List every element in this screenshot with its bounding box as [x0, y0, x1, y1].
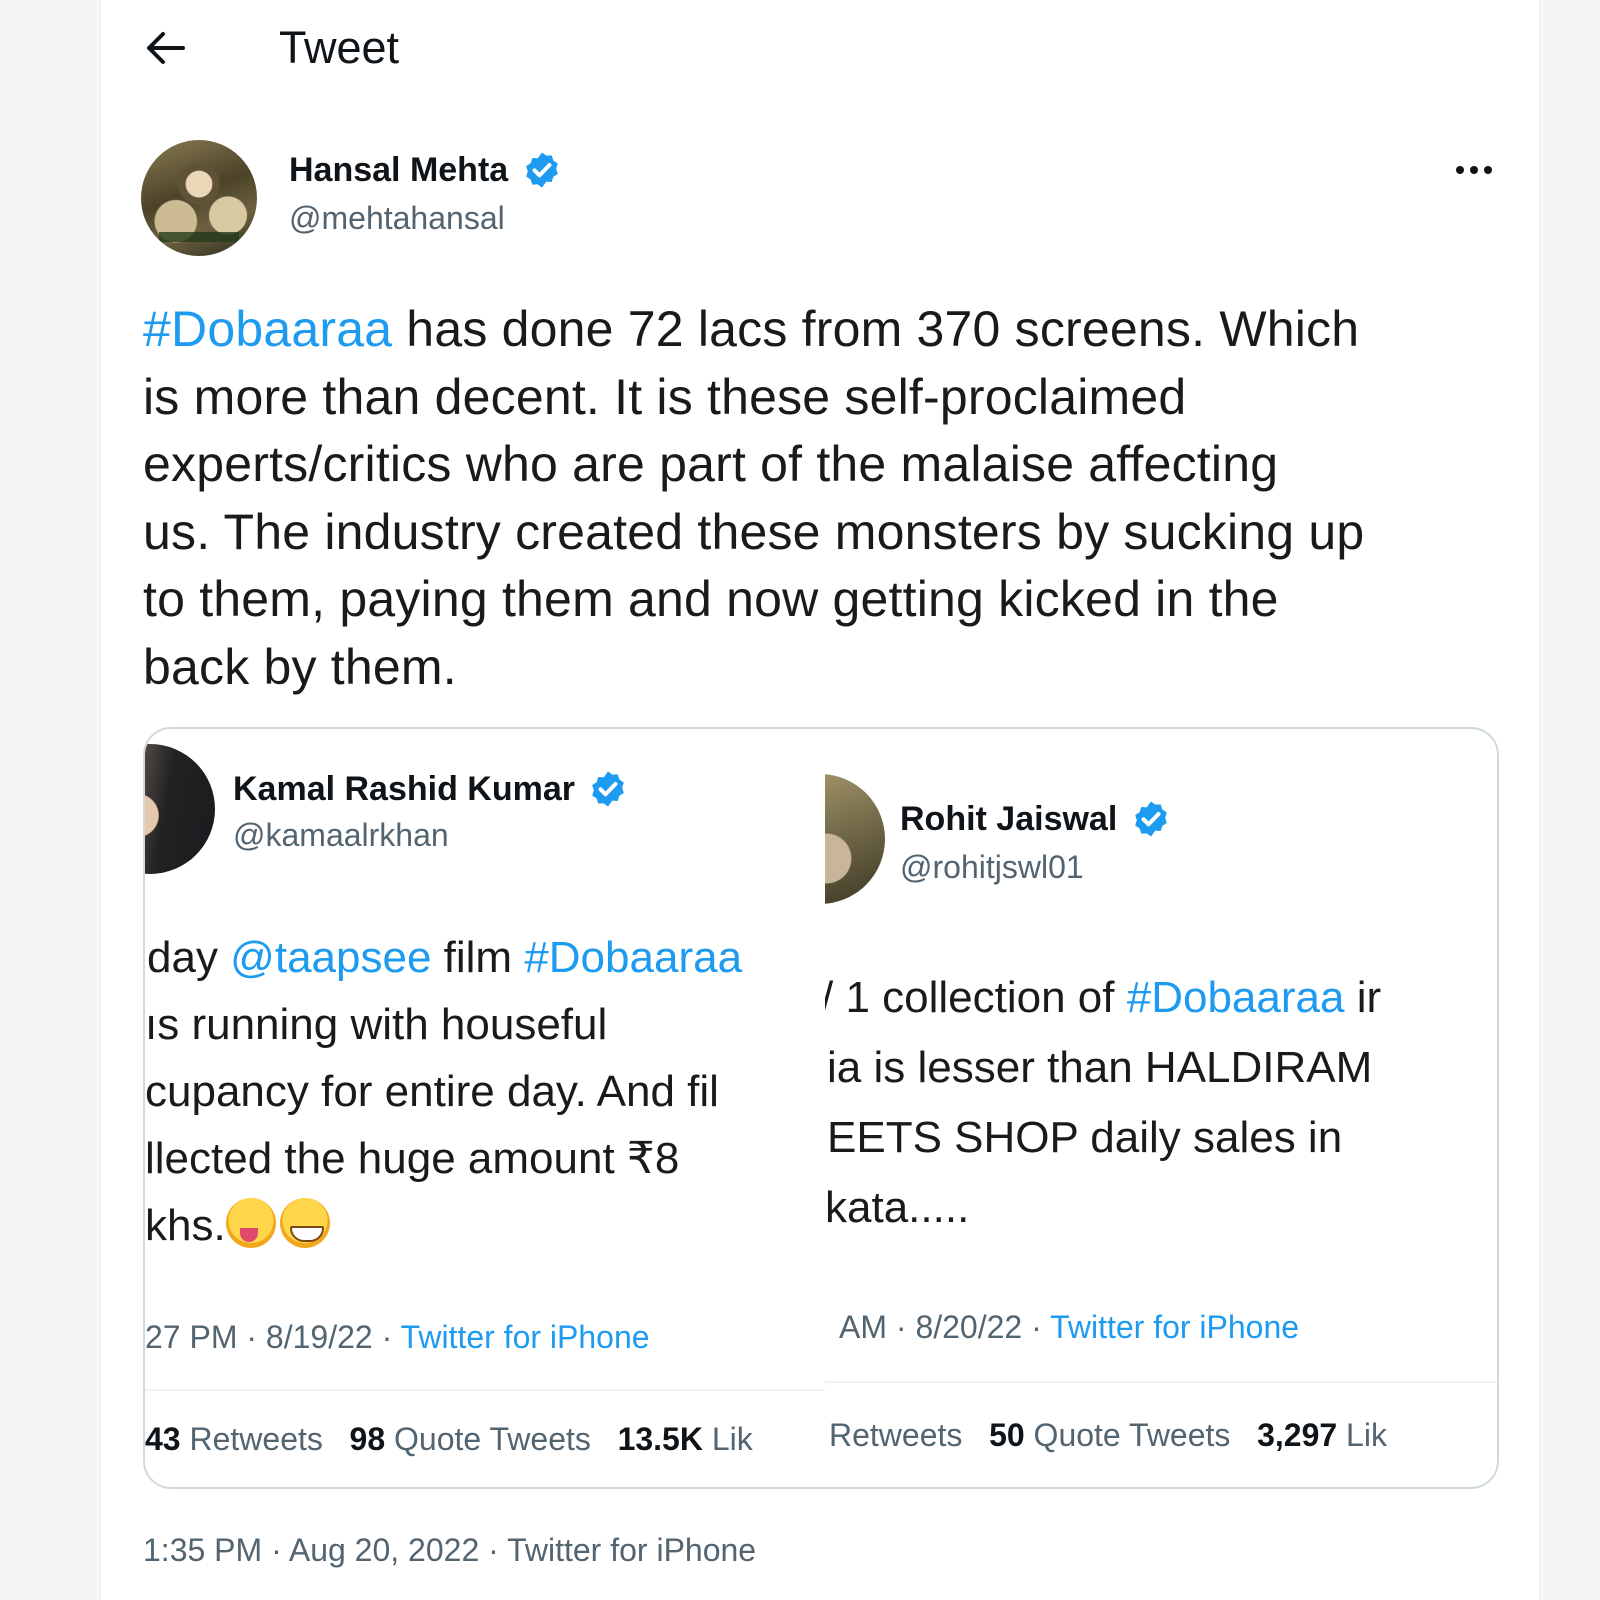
quoted-text-line: ia is lesser than HALDIRAM: [827, 1043, 1373, 1092]
quoted-text-line: EETS SHOP daily sales in: [827, 1113, 1343, 1162]
page-title: Tweet: [279, 22, 400, 73]
quoted-author-avatar: [145, 744, 215, 874]
hashtag-link: #Dobaaraa: [524, 933, 743, 982]
quoted-author-handle: @kamaalrkhan: [233, 817, 449, 853]
quoted-tweet-rohit[interactable]: Rohit Jaiswal @rohitjswl01 / 1 collectio…: [825, 729, 1497, 1487]
tweet-text-line: us. The industry created these monsters …: [143, 503, 1365, 560]
quoted-text-segment: film: [431, 933, 525, 982]
mention-link: @taapsee: [230, 933, 432, 982]
quoted-time: AM · 8/20/22 ·: [839, 1309, 1051, 1345]
like-label: Lik: [702, 1421, 753, 1457]
retweet-count: 43: [145, 1421, 181, 1457]
author-avatar[interactable]: [141, 140, 257, 256]
quoted-text-segment: ir: [1344, 973, 1382, 1022]
quoted-text-line: cupancy for entire day. And fil: [145, 1067, 719, 1116]
tweet-text-line: is more than decent. It is these self-pr…: [143, 368, 1187, 425]
quoted-time: 27 PM · 8/19/22 ·: [145, 1319, 401, 1355]
quoted-author-name: Rohit Jaiswal: [900, 799, 1171, 839]
quoted-text-line: / 1 collection of #Dobaaraa ir: [825, 964, 1381, 1032]
like-count: 3,297: [1257, 1417, 1338, 1453]
tweet-text-line: experts/critics who are part of the mala…: [143, 436, 1279, 492]
quoted-author-name-text: Kamal Rashid Kumar: [233, 770, 575, 808]
like-count: 13.5K: [617, 1421, 703, 1457]
tweet-timestamp[interactable]: 1:35 PM · Aug 20, 2022 · Twitter for iPh…: [143, 1532, 756, 1569]
quoted-author-name: Kamal Rashid Kumar: [233, 769, 628, 809]
zany-face-emoji: [225, 1198, 276, 1248]
divider: [825, 1381, 1497, 1383]
quoted-timestamp: 27 PM · 8/19/22 · Twitter for iPhone: [145, 1319, 650, 1356]
tweet-header: Tweet: [101, 0, 1539, 95]
quoted-stats: 43 Retweets 98 Quote Tweets 13.5K Lik: [145, 1421, 753, 1458]
like-label: Lik: [1337, 1417, 1387, 1453]
quoted-text-segment: / 1 collection of: [825, 973, 1127, 1022]
verified-badge-icon: [592, 771, 625, 807]
quoted-text-segment: day: [147, 933, 231, 982]
quoted-author-name-text: Rohit Jaiswal: [900, 800, 1118, 838]
verified-badge-icon: [1134, 801, 1167, 837]
tweet-text-line: to them, paying them and now getting kic…: [143, 571, 1279, 627]
quoted-text-line: kata.....: [825, 1183, 970, 1232]
hashtag-link[interactable]: #Dobaaraa: [143, 301, 392, 357]
quoted-author-handle: @rohitjswl01: [900, 849, 1084, 885]
quote-count: 50: [989, 1417, 1025, 1453]
quoted-text-line: khs.: [145, 1192, 334, 1260]
quoted-text-line: day @taapsee film #Dobaaraa: [147, 924, 742, 992]
quoted-text-segment: khs.: [145, 1201, 226, 1250]
more-options-icon[interactable]: [1451, 155, 1497, 185]
author-name[interactable]: Hansal Mehta: [289, 150, 562, 190]
grinning-face-emoji: [279, 1198, 330, 1248]
divider: [145, 1389, 825, 1391]
quoted-author-avatar: [825, 774, 885, 904]
author-handle[interactable]: @mehtahansal: [289, 200, 505, 237]
attached-image-card[interactable]: Kamal Rashid Kumar @kamaalrkhan day @taa…: [143, 727, 1499, 1489]
quoted-source-link: Twitter for iPhone: [400, 1319, 650, 1355]
hashtag-link: #Dobaaraa: [1126, 973, 1345, 1022]
quoted-tweet-krk[interactable]: Kamal Rashid Kumar @kamaalrkhan day @taa…: [145, 729, 825, 1487]
arrow-left-icon[interactable]: [143, 28, 187, 68]
quoted-timestamp: AM · 8/20/22 · Twitter for iPhone: [839, 1309, 1299, 1346]
quoted-source-link: Twitter for iPhone: [1050, 1309, 1300, 1345]
tweet-body: #Dobaaraa has done 72 lacs from 370 scre…: [143, 296, 1513, 701]
tweet-column: Tweet Hansal Mehta @mehtahansal #Dobaara…: [100, 0, 1540, 1600]
tweet-text-line: has done 72 lacs from 370 screens. Which: [392, 301, 1360, 357]
quote-label: Quote Tweets: [1024, 1417, 1231, 1453]
quoted-stats: Retweets 50 Quote Tweets 3,297 Lik: [829, 1417, 1387, 1454]
tweet-text-line: back by them.: [143, 638, 457, 695]
quoted-text-line: llected the huge amount ₹8: [145, 1134, 680, 1183]
verified-badge-icon: [525, 152, 558, 188]
quote-label: Quote Tweets: [385, 1421, 591, 1457]
author-name-text[interactable]: Hansal Mehta: [289, 151, 508, 189]
retweet-label: Retweets: [180, 1421, 323, 1457]
quote-count: 98: [349, 1421, 386, 1457]
retweet-label: Retweets: [829, 1417, 963, 1453]
quoted-text-line: ıs running with houseful: [145, 1000, 608, 1049]
